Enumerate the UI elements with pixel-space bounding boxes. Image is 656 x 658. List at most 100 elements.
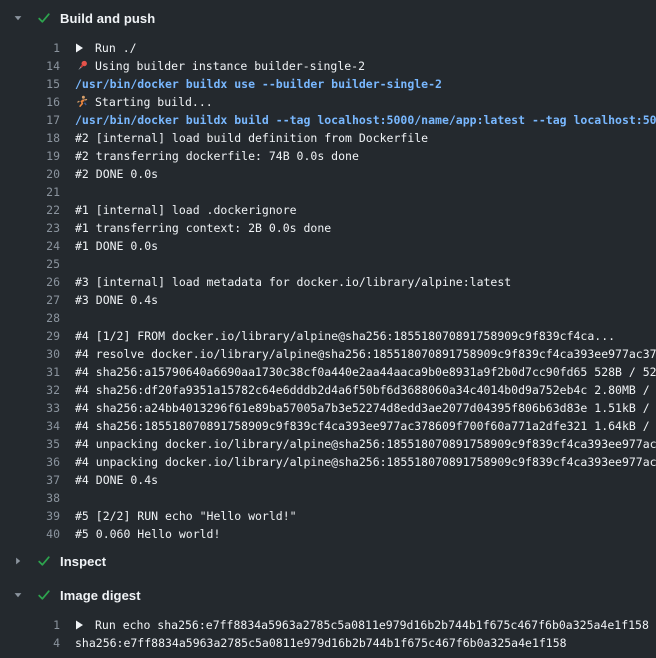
line-number[interactable]: 35 (0, 435, 60, 453)
log-line: 30 #4 resolve docker.io/library/alpine@sh… (0, 345, 656, 363)
line-text: /usr/bin/docker buildx build --tag local… (75, 111, 656, 129)
log-line: 28 (0, 309, 656, 327)
check-icon (36, 554, 52, 568)
log-line: 38 (0, 489, 656, 507)
line-number[interactable]: 20 (0, 165, 60, 183)
line-text: #4 sha256:a15790640a6690aa1730c38cf0a440… (75, 363, 656, 381)
line-number[interactable]: 31 (0, 363, 60, 381)
line-number[interactable]: 23 (0, 219, 60, 237)
run-expander-icon[interactable] (75, 43, 95, 53)
line-text: #1 DONE 0.0s (75, 237, 656, 255)
pushpin-icon (75, 59, 90, 74)
log-line: 34#4 sha256:185518070891758909c9f839cf4c… (0, 417, 656, 435)
line-number[interactable]: 25 (0, 255, 60, 273)
line-text: Using builder instance builder-single-2 (75, 57, 656, 75)
log-line: 15/usr/bin/docker buildx use --builder b… (0, 75, 656, 93)
log-line: 22 #1 [internal] load .dockerignore (0, 201, 656, 219)
section-inspect: Inspect (0, 547, 656, 575)
line-number[interactable]: 33 (0, 399, 60, 417)
log-line: 16Starting build... (0, 93, 656, 111)
log-line: 40 #5 0.060 Hello world! (0, 525, 656, 543)
line-number[interactable]: 37 (0, 471, 60, 489)
line-number[interactable]: 16 (0, 93, 60, 111)
check-icon (36, 11, 52, 25)
line-text: #4 resolve docker.io/library/alpine@sha2… (75, 345, 656, 363)
line-text: #1 [internal] load .dockerignore (75, 201, 656, 219)
line-number[interactable]: 15 (0, 75, 60, 93)
section-header-image-digest[interactable]: Image digest (0, 581, 656, 609)
log-line: 35 #4 unpacking docker.io/library/alpine@… (0, 435, 656, 453)
log-line: 33 #4 sha256:a24bb4013296f61e89ba57005a7b… (0, 399, 656, 417)
log-line: 29 #4 [1/2] FROM docker.io/library/alpine… (0, 327, 656, 345)
log-line: 21 (0, 183, 656, 201)
line-text: #4 [1/2] FROM docker.io/library/alpine@s… (75, 327, 656, 345)
line-number[interactable]: 14 (0, 57, 60, 75)
line-text: #4 unpacking docker.io/library/alpine@sh… (75, 435, 656, 453)
log-line: 17/usr/bin/docker buildx build --tag loc… (0, 111, 656, 129)
chevron-down-icon[interactable] (10, 589, 26, 601)
line-number[interactable]: 39 (0, 507, 60, 525)
line-number[interactable]: 17 (0, 111, 60, 129)
log-line: 39#5 [2/2] RUN echo "Hello world!" (0, 507, 656, 525)
line-number[interactable]: 24 (0, 237, 60, 255)
line-text: #4 DONE 0.4s (75, 471, 656, 489)
log-lines-build-and-push: 1 Run ./ 14 Using builder instance builder-… (0, 39, 656, 547)
line-number[interactable]: 30 (0, 345, 60, 363)
section-header-inspect[interactable]: Inspect (0, 547, 656, 575)
line-number[interactable]: 32 (0, 381, 60, 399)
section-title: Inspect (60, 554, 106, 569)
line-number[interactable]: 28 (0, 309, 60, 327)
line-number[interactable]: 1 (0, 616, 60, 634)
line-text: Run ./ (75, 39, 656, 57)
line-text: #3 DONE 0.4s (75, 291, 656, 309)
log-lines-image-digest: 1Run echo sha256:e7ff8834a5963a2785c5a08… (0, 616, 656, 656)
log-line: 1 Run ./ (0, 39, 656, 57)
chevron-right-icon[interactable] (10, 555, 26, 567)
line-text: #1 transferring context: 2B 0.0s done (75, 219, 656, 237)
log-line: 4 sha256:e7ff8834a5963a2785c5a0811e979d16… (0, 634, 656, 652)
section-build-and-push: Build and push 1 Run ./ 14 Using builder in… (0, 4, 656, 547)
log-line: 18 #2 [internal] load build definition fr… (0, 129, 656, 147)
log-line: 26 #3 [internal] load metadata for docker… (0, 273, 656, 291)
line-number[interactable]: 26 (0, 273, 60, 291)
log-line: 1Run echo sha256:e7ff8834a5963a2785c5a08… (0, 616, 656, 634)
line-number[interactable]: 18 (0, 129, 60, 147)
log-line: 20 #2 DONE 0.0s (0, 165, 656, 183)
line-number[interactable]: 22 (0, 201, 60, 219)
line-text: #5 0.060 Hello world! (75, 525, 656, 543)
line-number[interactable]: 38 (0, 489, 60, 507)
chevron-down-icon[interactable] (10, 12, 26, 24)
line-number[interactable]: 21 (0, 183, 60, 201)
log-line: 37 #4 DONE 0.4s (0, 471, 656, 489)
log-line: 32 #4 sha256:df20fa9351a15782c64e6dddb2d4… (0, 381, 656, 399)
line-text: /usr/bin/docker buildx use --builder bui… (75, 75, 656, 93)
run-expander-icon[interactable] (75, 620, 95, 630)
log-line: 24 #1 DONE 0.0s (0, 237, 656, 255)
line-text: #4 sha256:a24bb4013296f61e89ba57005a7b3e… (75, 399, 656, 417)
workflow-log-viewer: Build and push 1Run ./14Using builder in… (0, 4, 656, 656)
line-number[interactable]: 34 (0, 417, 60, 435)
section-title: Build and push (60, 11, 155, 26)
log-line: 31 #4 sha256:a15790640a6690aa1730c38cf0a4… (0, 363, 656, 381)
section-header-build-and-push[interactable]: Build and push (0, 4, 656, 32)
log-line: 36#4 unpacking docker.io/library/alpine@… (0, 453, 656, 471)
line-text: sha256:e7ff8834a5963a2785c5a0811e979d16b… (75, 634, 656, 652)
log-line: 23 #1 transferring context: 2B 0.0s done (0, 219, 656, 237)
line-number[interactable]: 29 (0, 327, 60, 345)
runner-icon (75, 95, 90, 110)
line-text: #2 [internal] load build definition from… (75, 129, 656, 147)
line-text: #2 transferring dockerfile: 74B 0.0s don… (75, 147, 656, 165)
line-number[interactable]: 27 (0, 291, 60, 309)
log-line: 19 #2 transferring dockerfile: 74B 0.0s d… (0, 147, 656, 165)
log-line: 27 #3 DONE 0.4s (0, 291, 656, 309)
line-number[interactable]: 1 (0, 39, 60, 57)
line-number[interactable]: 40 (0, 525, 60, 543)
log-line: 14 Using builder instance builder-single-… (0, 57, 656, 75)
line-number[interactable]: 36 (0, 453, 60, 471)
line-text: #3 [internal] load metadata for docker.i… (75, 273, 656, 291)
line-text: #4 sha256:df20fa9351a15782c64e6dddb2d4a6… (75, 381, 656, 399)
line-text: #2 DONE 0.0s (75, 165, 656, 183)
line-number[interactable]: 19 (0, 147, 60, 165)
line-number[interactable]: 4 (0, 634, 60, 652)
log-line: 25 (0, 255, 656, 273)
